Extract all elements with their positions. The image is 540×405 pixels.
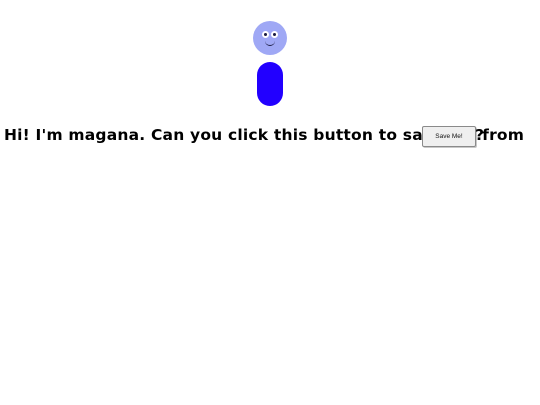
character-head	[253, 21, 287, 55]
save-me-button[interactable]: Save Me!	[422, 126, 476, 147]
magana-character	[0, 0, 540, 110]
character-body	[257, 62, 283, 106]
right-eye-icon	[271, 31, 278, 38]
left-eye-icon	[262, 31, 269, 38]
smile-mouth-icon	[265, 40, 275, 46]
question-mark: ?	[475, 126, 484, 144]
